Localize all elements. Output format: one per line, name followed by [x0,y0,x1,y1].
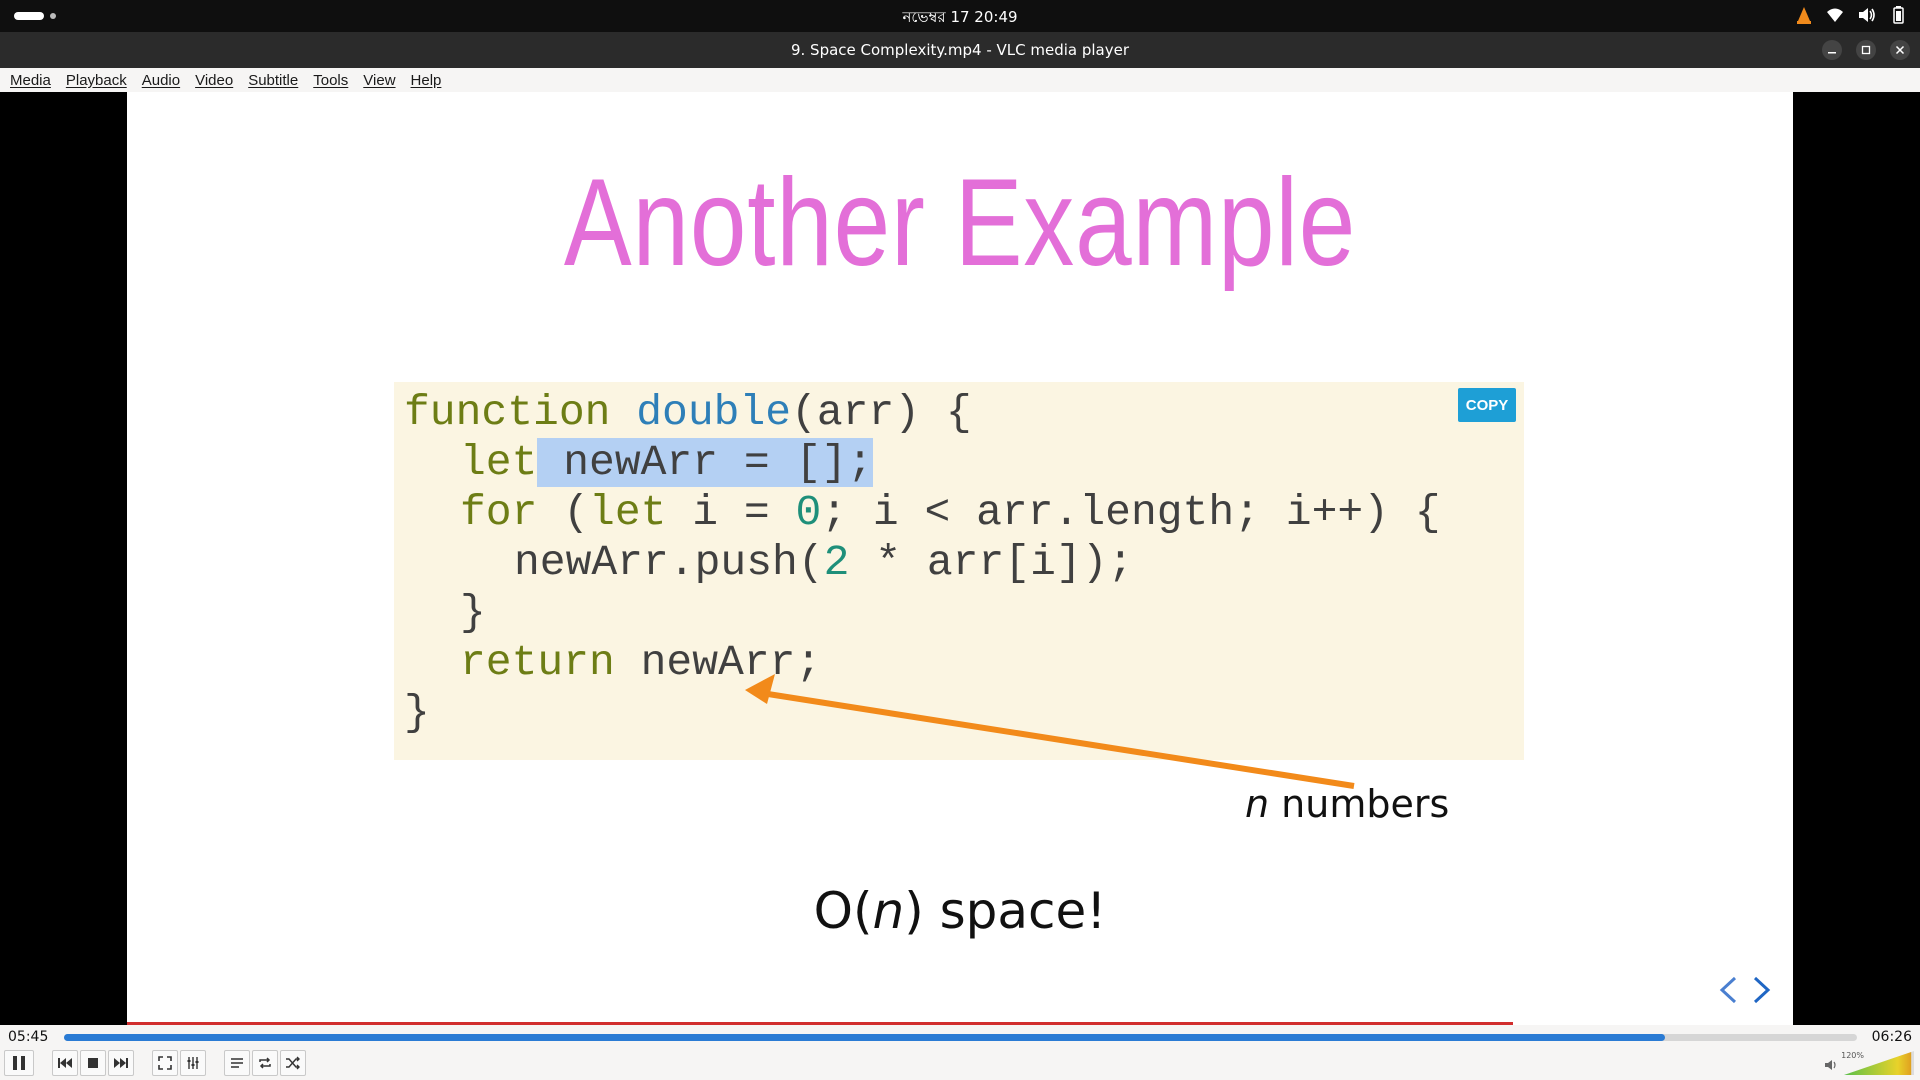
window-title-bar[interactable]: 9. Space Complexity.mp4 - VLC media play… [0,32,1920,68]
code-line-3: for (let i = 0; i < arr.length; i++) { [460,488,1441,538]
loop-icon [259,1057,271,1069]
fullscreen-icon [158,1056,172,1070]
stop-icon [88,1058,98,1068]
control-buttons [4,1050,308,1076]
pause-button[interactable] [4,1050,34,1076]
close-icon [1895,45,1905,55]
slide-next-icon [1751,975,1773,1009]
playlist-button[interactable] [224,1050,250,1076]
minimize-button[interactable] [1822,40,1842,60]
menu-playback[interactable]: Playback [66,72,127,89]
code-token: for [460,488,538,537]
seek-bar[interactable] [64,1034,1857,1041]
shuffle-icon [286,1056,300,1070]
system-tray[interactable] [1796,6,1906,24]
maximize-icon [1861,45,1871,55]
total-time: 06:26 [1871,1029,1912,1045]
code-line-1: function double(arr) { [404,388,972,438]
volume-icon[interactable] [1858,7,1876,23]
code-token: newArr.push( [514,538,824,587]
code-line-5: } [460,588,486,637]
code-token: 0 [795,488,822,537]
slide-title: Another Example [563,154,1357,292]
code-token: (arr) { [791,388,972,437]
clock[interactable]: নভেম্বর 17 20:49 [0,6,1920,31]
previous-icon [58,1058,72,1068]
menu-help[interactable]: Help [411,72,442,89]
code-token: return [460,638,615,687]
close-button[interactable] [1890,40,1910,60]
volume-slider[interactable]: 120% [1841,1051,1914,1075]
complexity-pre: O( [813,882,873,940]
window-controls [1822,40,1910,60]
code-block: COPY function double(arr) { let newArr =… [394,382,1524,760]
pause-icon [13,1056,25,1070]
system-top-bar: নভেম্বর 17 20:49 [0,0,1920,32]
code-token: double [636,388,792,437]
video-area[interactable]: Another Example COPY function double(arr… [0,92,1920,1025]
copy-button: COPY [1458,388,1516,422]
volume-control[interactable]: 120% [1824,1051,1914,1075]
code-token: newArr; [614,638,822,687]
next-button[interactable] [108,1050,134,1076]
complexity-variable: n [872,882,905,940]
complexity-statement: O(n) space! [127,882,1793,940]
maximize-button[interactable] [1856,40,1876,60]
slide-prev-icon [1717,975,1739,1009]
code-token: 2 [823,538,850,587]
seek-bar-fill [64,1034,1666,1041]
speaker-icon[interactable] [1824,1056,1838,1075]
menu-audio[interactable]: Audio [142,72,180,89]
code-token: function [404,388,611,437]
code-line-6: return newArr; [460,638,821,688]
shuffle-button[interactable] [280,1050,306,1076]
menu-video[interactable]: Video [195,72,233,89]
slide-nav [1717,975,1773,1009]
wifi-icon[interactable] [1826,7,1844,23]
code-token: i = [666,488,796,537]
vlc-tray-icon[interactable] [1796,6,1812,24]
menu-view[interactable]: View [363,72,395,89]
video-frame[interactable]: Another Example COPY function double(arr… [127,92,1793,1025]
code-token: let [589,488,667,537]
window-title: 9. Space Complexity.mp4 - VLC media play… [790,41,1130,59]
code-line-4: newArr.push(2 * arr[i]); [514,538,1133,588]
complexity-post: ) space! [904,882,1107,940]
fullscreen-button[interactable] [152,1050,178,1076]
previous-button[interactable] [52,1050,78,1076]
annotation-label: n numbers [1245,782,1449,826]
playlist-icon [231,1058,243,1068]
player-controls: 05:45 06:26 120% [0,1025,1920,1080]
annotation-text: numbers [1269,782,1450,826]
annotation-variable: n [1245,782,1270,826]
menu-tools[interactable]: Tools [313,72,348,89]
extended-settings-button[interactable] [180,1050,206,1076]
elapsed-time: 05:45 [8,1029,49,1045]
menu-bar: Media Playback Audio Video Subtitle Tool… [0,68,1920,92]
code-token: * arr[i]); [849,538,1134,587]
code-token: ( [537,488,590,537]
next-icon [114,1058,128,1068]
equalizer-icon [187,1057,199,1069]
code-token: let [460,438,538,487]
menu-media[interactable]: Media [10,72,51,89]
minimize-icon [1828,52,1836,54]
stop-button[interactable] [80,1050,106,1076]
code-selection-highlight: newArr = []; [537,438,873,487]
code-line-2: let newArr = []; [460,438,873,488]
loop-button[interactable] [252,1050,278,1076]
menu-subtitle[interactable]: Subtitle [248,72,298,89]
code-line-7: } [404,688,430,737]
battery-icon[interactable] [1890,6,1906,24]
code-token: ; i < arr.length; i++) { [821,488,1441,537]
